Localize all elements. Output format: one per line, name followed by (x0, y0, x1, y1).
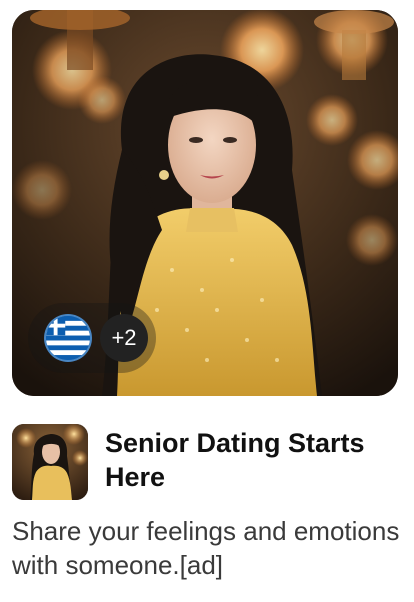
ad-title[interactable]: Senior Dating Starts Here (105, 426, 400, 494)
ad-thumbnail[interactable] (12, 424, 88, 500)
ad-description[interactable]: Share your feelings and emotions with so… (12, 514, 404, 582)
woman-thumbnail-photo (12, 424, 88, 500)
ad-hero-image[interactable]: +2 (12, 10, 398, 396)
greece-flag-icon (44, 314, 92, 362)
extra-countries-count: +2 (100, 314, 148, 362)
country-flags-chip: +2 (28, 303, 156, 373)
